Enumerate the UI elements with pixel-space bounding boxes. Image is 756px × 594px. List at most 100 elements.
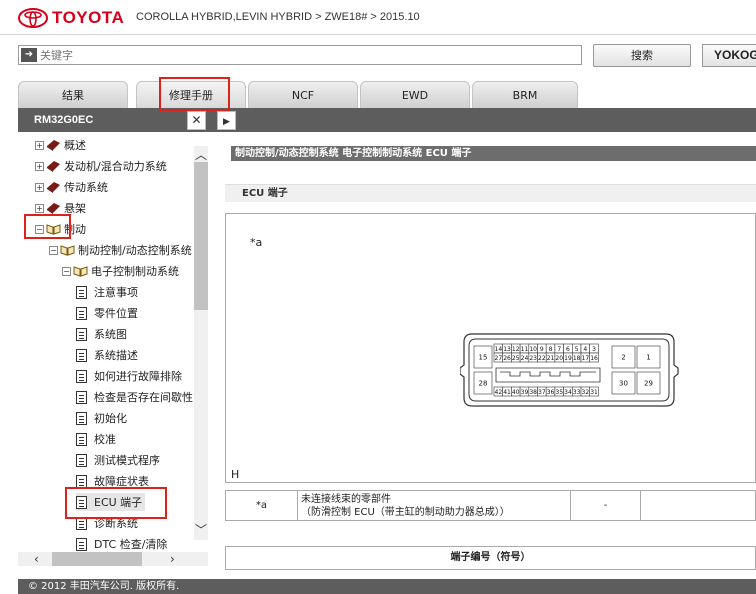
tree-item-parts-location[interactable]: 零件位置 (76, 304, 138, 322)
connector-pin-label: 26 (503, 355, 511, 362)
tree-item-label: DTC 检查/清除 (94, 538, 168, 551)
connector-pin-label: 13 (503, 346, 511, 353)
tree-item-engine[interactable]: + 发动机/混合动力系统 (35, 157, 167, 175)
tree-item-calibration[interactable]: 校准 (76, 430, 116, 448)
tree-item-troubleshooting[interactable]: 如何进行故障排除 (76, 367, 182, 385)
expand-icon[interactable]: + (35, 140, 44, 150)
tree-item-initialization[interactable]: 初始化 (76, 409, 127, 427)
document-icon (76, 306, 87, 320)
connector-pin-label: 27 (495, 355, 503, 362)
yokog-button[interactable]: YOKOG (702, 44, 756, 67)
section-heading: ECU 端子 (225, 184, 756, 202)
chevron-left-icon[interactable]: ‹ (34, 553, 39, 565)
connector-pin-label: 40 (512, 389, 520, 396)
connector-pin-label: 3 (592, 346, 596, 353)
connector-pin-label: 16 (590, 355, 598, 362)
connector-pin-label: 42 (495, 389, 503, 396)
arrow-right-icon: ➜ (21, 48, 37, 62)
tree-item-intermittent-check[interactable]: 检查是否存在间歇性 (76, 388, 193, 406)
document-icon (76, 474, 87, 488)
tab-bar: 结果 修理手册 NCF EWD BRM (18, 81, 756, 108)
tree-item-label: 系统图 (94, 328, 127, 341)
document-icon (76, 453, 87, 467)
expand-icon[interactable]: + (35, 203, 44, 213)
connector-pin-label: 12 (512, 346, 520, 353)
tree-item-label: 电子控制制动系统 (91, 265, 179, 278)
chevron-right-icon[interactable]: › (170, 553, 175, 565)
collapse-icon[interactable]: − (49, 245, 58, 255)
expand-icon[interactable]: + (35, 161, 44, 171)
tab-brm[interactable]: BRM (472, 81, 578, 108)
connector-pin-label: 2 (621, 354, 625, 362)
connector-pin-label: 18 (573, 355, 581, 362)
ecu-connector-diagram: 14 13 12 11 10 9 8 7 6 5 4 327 26 25 24 23 22 21 20 19 18 17 1… (460, 333, 679, 407)
tree-horizontal-scroll-thumb[interactable] (52, 552, 142, 566)
header-divider (0, 34, 756, 35)
document-icon (76, 411, 87, 425)
connector-pin-label: 6 (566, 346, 570, 353)
tree-item-drivetrain[interactable]: + 传动系统 (35, 178, 108, 196)
book-open-icon (73, 266, 88, 277)
close-panel-button[interactable]: ✕ (187, 111, 206, 130)
connector-pin-label: 28 (479, 380, 488, 388)
legend-value: - (570, 490, 641, 521)
connector-pin-label: 25 (512, 355, 520, 362)
legend-description: 未连接线束的零部件 （防滑控制 ECU（带主缸的制动助力器总成）） (297, 490, 571, 521)
connector-pin-label: 41 (503, 389, 511, 396)
toyota-logo: TOYOTA (18, 8, 124, 28)
document-icon (76, 390, 87, 404)
search-input[interactable] (40, 48, 560, 62)
search-box[interactable]: ➜ (18, 45, 582, 65)
expand-icon[interactable]: + (35, 182, 44, 192)
legend-key: *a (225, 490, 298, 521)
tree-item-test-mode[interactable]: 测试模式程序 (76, 451, 160, 469)
connector-pin-label: 31 (590, 389, 598, 396)
connector-pin-label: 11 (521, 346, 529, 353)
tree-item-ecb-system[interactable]: − 电子控制制动系统 (62, 262, 179, 280)
connector-pin-label: 38 (529, 389, 537, 396)
connector-pin-label: 19 (564, 355, 572, 362)
book-open-icon (60, 245, 75, 256)
connector-pin-label: 5 (575, 346, 579, 353)
tree-item-precautions[interactable]: 注意事项 (76, 283, 138, 301)
connector-pin-label: 30 (619, 380, 628, 388)
tab-ewd[interactable]: EWD (360, 81, 470, 108)
document-icon (76, 327, 87, 341)
highlight-brake-box (24, 214, 71, 239)
search-button[interactable]: 搜索 (593, 44, 691, 67)
connector-pin-label: 32 (582, 389, 590, 396)
connector-pin-label: 39 (521, 389, 529, 396)
tree-item-dtc-check[interactable]: DTC 检查/清除 (76, 535, 167, 552)
close-icon: ✕ (191, 113, 202, 127)
tree-item-brake-control[interactable]: − 制动控制/动态控制系统 (49, 241, 192, 259)
collapse-icon[interactable]: − (62, 266, 71, 276)
figure-letter: H (231, 468, 240, 481)
tree-item-system-description[interactable]: 系统描述 (76, 346, 138, 364)
document-icon (76, 432, 87, 446)
tree-item-label: 发动机/混合动力系统 (64, 160, 167, 173)
tree-item-label: 传动系统 (64, 181, 108, 194)
connector-pin-label: 35 (555, 389, 563, 396)
book-closed-icon (47, 203, 60, 214)
play-icon: ▶ (223, 117, 230, 127)
chevron-up-icon[interactable]: ︿ (195, 149, 207, 161)
copyright-footer: © 2012 丰田汽车公司. 版权所有. (18, 579, 756, 594)
tab-results[interactable]: 结果 (18, 81, 128, 108)
connector-pin-label: 37 (538, 389, 546, 396)
document-icon (76, 369, 87, 383)
chevron-down-icon[interactable]: ﹀ (195, 524, 207, 536)
document-icon (76, 537, 87, 551)
legend-text-1: 未连接线束的零部件 (301, 493, 391, 505)
connector-pin-label: 34 (564, 389, 572, 396)
tree-vertical-scroll-thumb[interactable] (194, 162, 208, 310)
tree-item-label: 校准 (94, 433, 116, 446)
highlight-tab-box (159, 77, 230, 111)
tree-item-overview[interactable]: + 概述 (35, 136, 86, 154)
tab-ncf[interactable]: NCF (248, 81, 358, 108)
figure-callout: *a (250, 236, 263, 249)
document-icon (76, 348, 87, 362)
expand-panel-button[interactable]: ▶ (217, 111, 236, 130)
connector-key-slot (495, 367, 601, 383)
tree-item-system-diagram[interactable]: 系统图 (76, 325, 127, 343)
connector-pin-label: 4 (583, 346, 587, 353)
